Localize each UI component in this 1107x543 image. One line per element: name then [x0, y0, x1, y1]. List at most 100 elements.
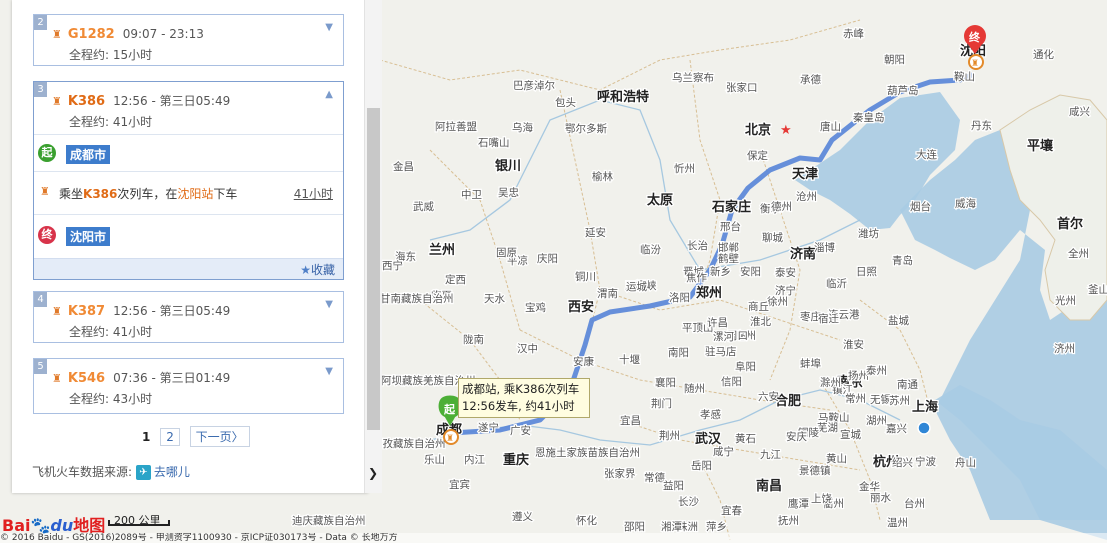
map-city-label: 葫芦岛 — [887, 84, 919, 97]
scale-line — [108, 520, 170, 526]
map-city-label: 南昌 — [756, 478, 782, 494]
result-card[interactable]: 4 ♜ K387 12:56 - 第三日05:49 全程约: 41小时 ▼ — [33, 291, 344, 343]
map-city-label: 乌兰察布 — [672, 71, 714, 84]
map-city-label: 固原 — [496, 247, 517, 259]
map-city-label: 丹东 — [971, 119, 992, 132]
ride-train-code: K386 — [83, 187, 118, 201]
map-city-label: 邵阳 — [624, 521, 645, 533]
train-icon: ♜ — [40, 185, 50, 198]
map-city-label: 滁州 — [820, 376, 841, 389]
page-2-button[interactable]: 2 — [160, 427, 180, 446]
result-index: 5 — [34, 359, 47, 374]
result-card-expanded[interactable]: 3 ♜ K386 12:56 - 第三日05:49 全程约: 41小时 ▲ 起 成都… — [33, 81, 344, 280]
map-city-label: 六安 — [758, 390, 779, 403]
map-city-label: 景德镇 — [799, 464, 831, 477]
scroll-down-arrow-icon[interactable]: ❯ — [368, 467, 378, 479]
map-city-label: 光州 — [1055, 294, 1076, 307]
map-city-label: 太原 — [646, 192, 673, 208]
map-city-label: 西安 — [568, 299, 594, 315]
scale-bar: 200 公里 — [108, 512, 170, 528]
map-city-label: 唐山 — [820, 120, 841, 133]
map-city-label: 北京 — [745, 122, 771, 138]
map-city-label: 日照 — [856, 266, 877, 278]
map-city-label: 芜湖 — [817, 421, 838, 434]
trip-duration: 全程约: 41小时 — [69, 115, 153, 129]
result-card[interactable]: 5 ♜ K546 07:36 - 第三日01:49 全程约: 43小时 ▼ — [33, 358, 344, 414]
scrollbar-thumb[interactable] — [367, 108, 380, 430]
map-city-label: 甘南藏族自治州 — [380, 292, 454, 305]
map-city-label: 淮北 — [750, 316, 771, 328]
map-city-label: 鹤壁 — [718, 252, 739, 265]
map-city-label: 抚州 — [778, 515, 799, 527]
ride-duration: 41小时 — [293, 187, 333, 201]
map-city-label: 广安 — [510, 424, 531, 437]
map-city-label: 保定 — [747, 149, 768, 162]
detail-start-row[interactable]: 起 成都市 — [34, 134, 343, 171]
next-page-button[interactable]: 下一页〉 — [189, 426, 250, 447]
map-city-label: 呼和浩特 — [597, 89, 649, 105]
map-city-label: 南通 — [897, 378, 918, 391]
source-link[interactable]: 去哪儿 — [154, 465, 190, 479]
map-city-label: 恩施土家族苗族自治州 — [535, 446, 640, 459]
map-city-label: 萍乡 — [706, 521, 727, 533]
map-city-label: 德州 — [771, 200, 792, 213]
map-city-label: 石嘴山 — [478, 137, 510, 149]
map-city-label: 遂宁 — [478, 421, 499, 434]
map-city-label: 武威 — [413, 200, 434, 213]
map-city-label: 鹰潭 — [788, 497, 809, 510]
train-code[interactable]: G1282 — [68, 27, 115, 42]
map-city-label: 焦作 — [686, 271, 707, 284]
map-city-label: 舟山 — [955, 456, 976, 469]
map-city-label: 中卫 — [461, 188, 482, 201]
map-city-label: 盐城 — [888, 314, 909, 327]
map-city-label: 常州 — [845, 392, 866, 405]
expand-toggle-icon[interactable]: ▼ — [325, 22, 333, 33]
ride-suffix: 下车 — [213, 187, 238, 201]
map-city-label: 无锡 — [870, 393, 891, 406]
result-card[interactable]: 2 ♜ G1282 09:07 - 23:13 全程约: 15小时 ▼ — [33, 14, 344, 66]
source-label: 飞机火车数据来源: — [32, 465, 133, 479]
map-city-label: 烟台 — [910, 200, 931, 213]
map-city-label: 信阳 — [721, 376, 742, 388]
map-city-label: 通化 — [1033, 48, 1055, 61]
route-results-panel: 2 ♜ G1282 09:07 - 23:13 全程约: 15小时 ▼ 3 ♜ K38… — [12, 0, 368, 493]
map-city-label: 咸宁 — [713, 445, 734, 458]
map-city-label: 温州 — [887, 517, 908, 529]
map-city-label: 阜阳 — [735, 360, 756, 373]
tooltip-line-1: 成都站, 乘K386次列车 — [462, 382, 580, 396]
start-city[interactable]: 成都市 — [66, 145, 111, 164]
train-code[interactable]: K387 — [68, 304, 105, 319]
detail-end-row[interactable]: 终 沈阳市 — [34, 214, 343, 255]
map-city-label: 九江 — [760, 449, 781, 461]
star-icon: ★ — [300, 263, 311, 277]
map-city-label: 宣城 — [840, 428, 861, 441]
end-city[interactable]: 沈阳市 — [66, 227, 111, 246]
map-city-label: 淄博 — [814, 241, 835, 254]
map-city-label: 安阳 — [740, 265, 761, 278]
expand-toggle-icon[interactable]: ▼ — [325, 366, 333, 377]
copyright-bar: © 2016 Baidu - GS(2016)2089号 - 甲测资字11009… — [0, 533, 1107, 543]
collapse-toggle-icon[interactable]: ▲ — [325, 89, 333, 100]
map-city-label: 泰州 — [866, 364, 887, 377]
map-city-label: 威海 — [955, 197, 976, 210]
panel-scrollbar[interactable]: ❯ — [364, 0, 382, 493]
expand-toggle-icon[interactable]: ▼ — [325, 299, 333, 310]
result-index: 4 — [34, 292, 47, 307]
map-city-label: 黄石 — [735, 432, 756, 445]
favorite-button[interactable]: ★收藏 — [300, 261, 335, 278]
trip-duration: 全程约: 15小时 — [69, 48, 153, 62]
map-city-label: 迪庆藏族自治州 — [292, 514, 366, 527]
map-city-label: 上饶 — [811, 492, 832, 505]
train-times: 12:56 - 第三日05:49 — [113, 304, 231, 318]
trip-duration: 全程约: 41小时 — [69, 325, 153, 339]
train-code[interactable]: K546 — [68, 371, 105, 386]
map-city-label: 商丘 — [748, 300, 769, 313]
map-city-label: 巴彦淖尔 — [513, 79, 555, 92]
map-city-label: 沧州 — [796, 190, 817, 203]
detail-ride-row[interactable]: ♜ 乘坐K386次列车，在沈阳站下车 41小时 — [34, 171, 343, 214]
trip-duration: 全程约: 43小时 — [69, 392, 153, 406]
location-dot — [917, 421, 931, 435]
map-city-label: 泰安 — [775, 266, 796, 279]
train-code[interactable]: K386 — [68, 94, 105, 109]
map-city-label: 邢台 — [720, 220, 741, 233]
